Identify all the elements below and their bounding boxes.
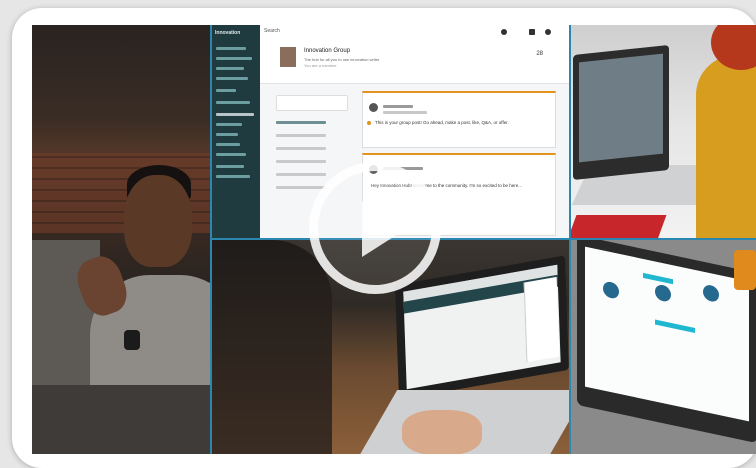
laptop-screen (403, 264, 561, 390)
feature-circle-icon (655, 283, 671, 303)
video-call-screen (579, 53, 663, 163)
sidebar-item (216, 143, 240, 146)
person-face (124, 175, 192, 267)
nav-item (276, 147, 326, 150)
group-membership: You are a member (304, 63, 337, 68)
sidebar-item (216, 77, 248, 80)
avatar-icon (501, 29, 507, 35)
highlight-bar (643, 272, 673, 285)
photo-laptop-video-conference (571, 25, 756, 238)
nav-item (276, 173, 326, 176)
bell-icon (545, 29, 551, 35)
post-text: This is your group post! Go ahead, make … (375, 120, 509, 125)
sidebar-item (216, 133, 238, 136)
app-brand: Innovation (215, 30, 241, 36)
smartwatch (124, 330, 140, 350)
play-icon (362, 201, 406, 257)
sidebar-item (216, 101, 250, 104)
feed-post: This is your group post! Go ahead, make … (362, 91, 556, 148)
sidebar-item (216, 47, 246, 50)
group-header: Innovation Group The hub for all you to … (260, 39, 569, 84)
nav-item (276, 121, 326, 124)
nav-item (276, 134, 326, 137)
sidebar-item (216, 175, 250, 178)
red-notebook (571, 215, 667, 238)
photo-laptop-website (571, 240, 756, 454)
orange-mug (734, 250, 756, 290)
app-sidebar: Innovation (212, 25, 260, 238)
sidebar-item-active (216, 113, 254, 116)
laptop (577, 240, 756, 444)
sidebar-item (216, 67, 244, 70)
sidebar-item (216, 89, 236, 92)
tip-icon (367, 121, 371, 125)
group-avatar (280, 47, 296, 67)
group-title: Innovation Group (304, 48, 351, 54)
app-topbar: Search (260, 25, 569, 40)
sidebar-item (216, 57, 252, 60)
highlight-bar (655, 319, 695, 333)
author-name-line (383, 105, 413, 108)
laptop (395, 255, 569, 400)
play-button[interactable] (309, 162, 441, 294)
feature-circle-icon (703, 283, 719, 304)
laptop (573, 44, 669, 181)
sidebar-item (216, 165, 244, 168)
desk (32, 385, 210, 454)
member-count: 28 (536, 51, 543, 57)
nav-item (276, 186, 326, 189)
person-silhouette (212, 240, 332, 454)
nav-item (276, 160, 326, 163)
laptop-screen (585, 246, 749, 422)
photo-man-on-video-call (32, 25, 210, 454)
sidebar-item (216, 153, 246, 156)
post-composer (276, 95, 348, 111)
app-search: Search (264, 28, 280, 34)
author-avatar (369, 103, 378, 112)
app-side-panel (523, 276, 560, 363)
chat-icon (529, 29, 535, 35)
group-subtitle: The hub for all you to use innovation wr… (304, 57, 380, 62)
typing-hands (402, 410, 482, 454)
person-yellow-sweater (696, 55, 756, 238)
post-meta-line (383, 111, 427, 114)
sidebar-item (216, 123, 242, 126)
feature-circle-icon (603, 280, 619, 300)
